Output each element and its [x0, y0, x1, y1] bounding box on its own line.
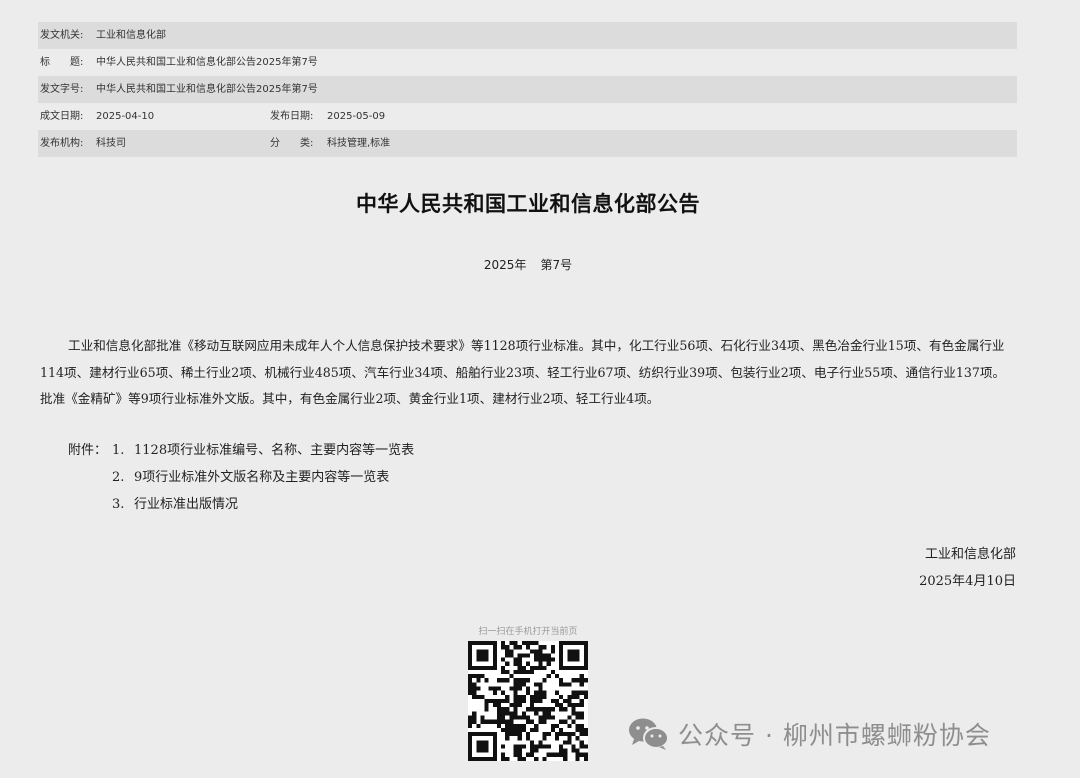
docno-label: 发文字号:	[40, 84, 84, 95]
org-label: 发布机构:	[40, 138, 84, 149]
title-label: 标 题:	[40, 57, 84, 68]
attachment-number: 1.	[112, 443, 125, 458]
qr-code-icon[interactable]	[468, 641, 588, 761]
category-label: 分 类:	[270, 138, 314, 149]
signature-org: 工业和信息化部	[924, 547, 1016, 562]
issuer-value: 工业和信息化部	[96, 30, 166, 41]
category-value: 科技管理,标准	[327, 138, 391, 149]
document-heading: 中华人民共和国工业和信息化部公告	[356, 192, 700, 216]
attachment-title[interactable]: 9项行业标准外文版名称及主要内容等一览表	[134, 464, 389, 491]
signature-date: 2025年4月10日	[919, 574, 1016, 589]
published-date-label: 发布日期:	[270, 111, 314, 122]
published-date-value: 2025-05-09	[327, 111, 386, 122]
written-date-value: 2025-04-10	[96, 111, 155, 122]
wechat-icon	[629, 718, 669, 750]
attachment-number: 3.	[112, 497, 125, 512]
meta-row-dates: 成文日期: 2025-04-10 发布日期: 2025-05-09	[38, 103, 1017, 130]
issue-number: 2025年 第7号	[0, 256, 1056, 273]
watermark-text: 公众号 · 柳州市螺蛳粉协会	[678, 721, 991, 750]
meta-row-org: 发布机构: 科技司 分 类: 科技管理,标准	[38, 130, 1017, 157]
title-value: 中华人民共和国工业和信息化部公告2025年第7号	[96, 57, 318, 68]
meta-row-title: 标 题: 中华人民共和国工业和信息化部公告2025年第7号	[38, 49, 1017, 76]
body-paragraph: 工业和信息化部批准《移动互联网应用未成年人个人信息保护技术要求》等1128项行业…	[40, 338, 1006, 406]
attachment-title[interactable]: 行业标准出版情况	[134, 491, 238, 518]
meta-row-docno: 发文字号: 中华人民共和国工业和信息化部公告2025年第7号	[38, 76, 1017, 103]
signature-block: 工业和信息化部 2025年4月10日	[919, 541, 1016, 595]
issue-seq: 第7号	[540, 258, 573, 272]
watermark: 公众号 · 柳州市螺蛳粉协会	[628, 714, 991, 754]
attachment-title[interactable]: 1128项行业标准编号、名称、主要内容等一览表	[134, 437, 414, 464]
meta-row-issuer: 发文机关: 工业和信息化部	[38, 22, 1017, 49]
written-date-label: 成文日期:	[40, 111, 84, 122]
issue-year: 2025年	[483, 258, 527, 272]
attachments-label: 附件：	[68, 443, 108, 458]
docno-value: 中华人民共和国工业和信息化部公告2025年第7号	[96, 84, 318, 95]
org-value: 科技司	[96, 138, 126, 149]
qr-caption: 扫一扫在手机打开当前页	[478, 627, 578, 637]
attachment-number: 2.	[112, 470, 125, 485]
issuer-label: 发文机关:	[40, 30, 84, 41]
metadata-table: 发文机关: 工业和信息化部 标 题: 中华人民共和国工业和信息化部公告2025年…	[38, 22, 1017, 157]
